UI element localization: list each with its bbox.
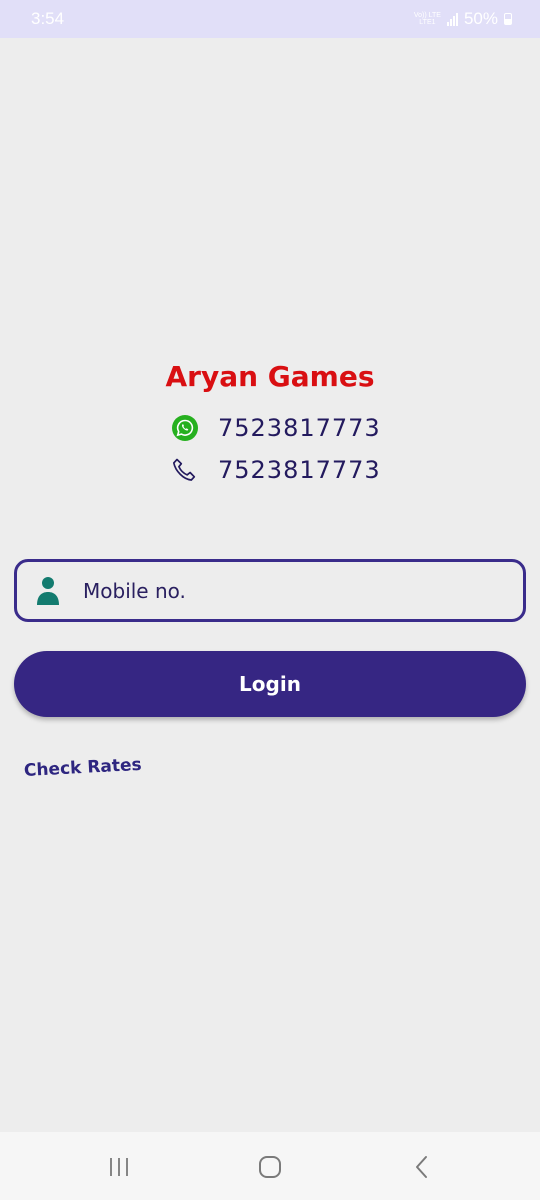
recents-icon — [110, 1158, 128, 1176]
phone-number: 7523817773 — [218, 456, 381, 484]
back-icon — [416, 1156, 427, 1178]
recents-button[interactable] — [99, 1152, 139, 1182]
navigation-bar — [0, 1132, 540, 1200]
battery-icon — [504, 13, 512, 25]
phone-icon — [170, 455, 200, 485]
network-line-1: Vo)) LTE — [413, 12, 441, 19]
status-indicators: Vo)) LTE LTE1 50% — [414, 9, 512, 29]
phone-contact[interactable]: 7523817773 — [170, 455, 381, 485]
back-button[interactable] — [402, 1152, 442, 1182]
whatsapp-contact[interactable]: 7523817773 — [170, 413, 381, 443]
user-icon — [35, 576, 61, 606]
login-button[interactable]: Login — [14, 651, 526, 717]
mobile-input[interactable] — [81, 577, 485, 604]
check-rates-link[interactable]: Check Rates — [23, 755, 142, 781]
home-icon — [259, 1156, 281, 1178]
home-button[interactable] — [250, 1152, 290, 1182]
status-time: 3:54 — [31, 9, 65, 28]
battery-percentage: 50% — [463, 9, 498, 28]
signal-icon — [446, 12, 458, 26]
network-line-2: LTE1 — [419, 19, 436, 26]
app-title: Aryan Games — [165, 360, 375, 393]
mobile-field[interactable] — [14, 559, 526, 622]
network-indicator: Vo)) LTE LTE1 — [414, 12, 441, 26]
status-bar: 3:54 Vo)) LTE LTE1 50% — [0, 0, 540, 38]
whatsapp-number: 7523817773 — [218, 414, 381, 442]
whatsapp-icon — [170, 413, 200, 443]
